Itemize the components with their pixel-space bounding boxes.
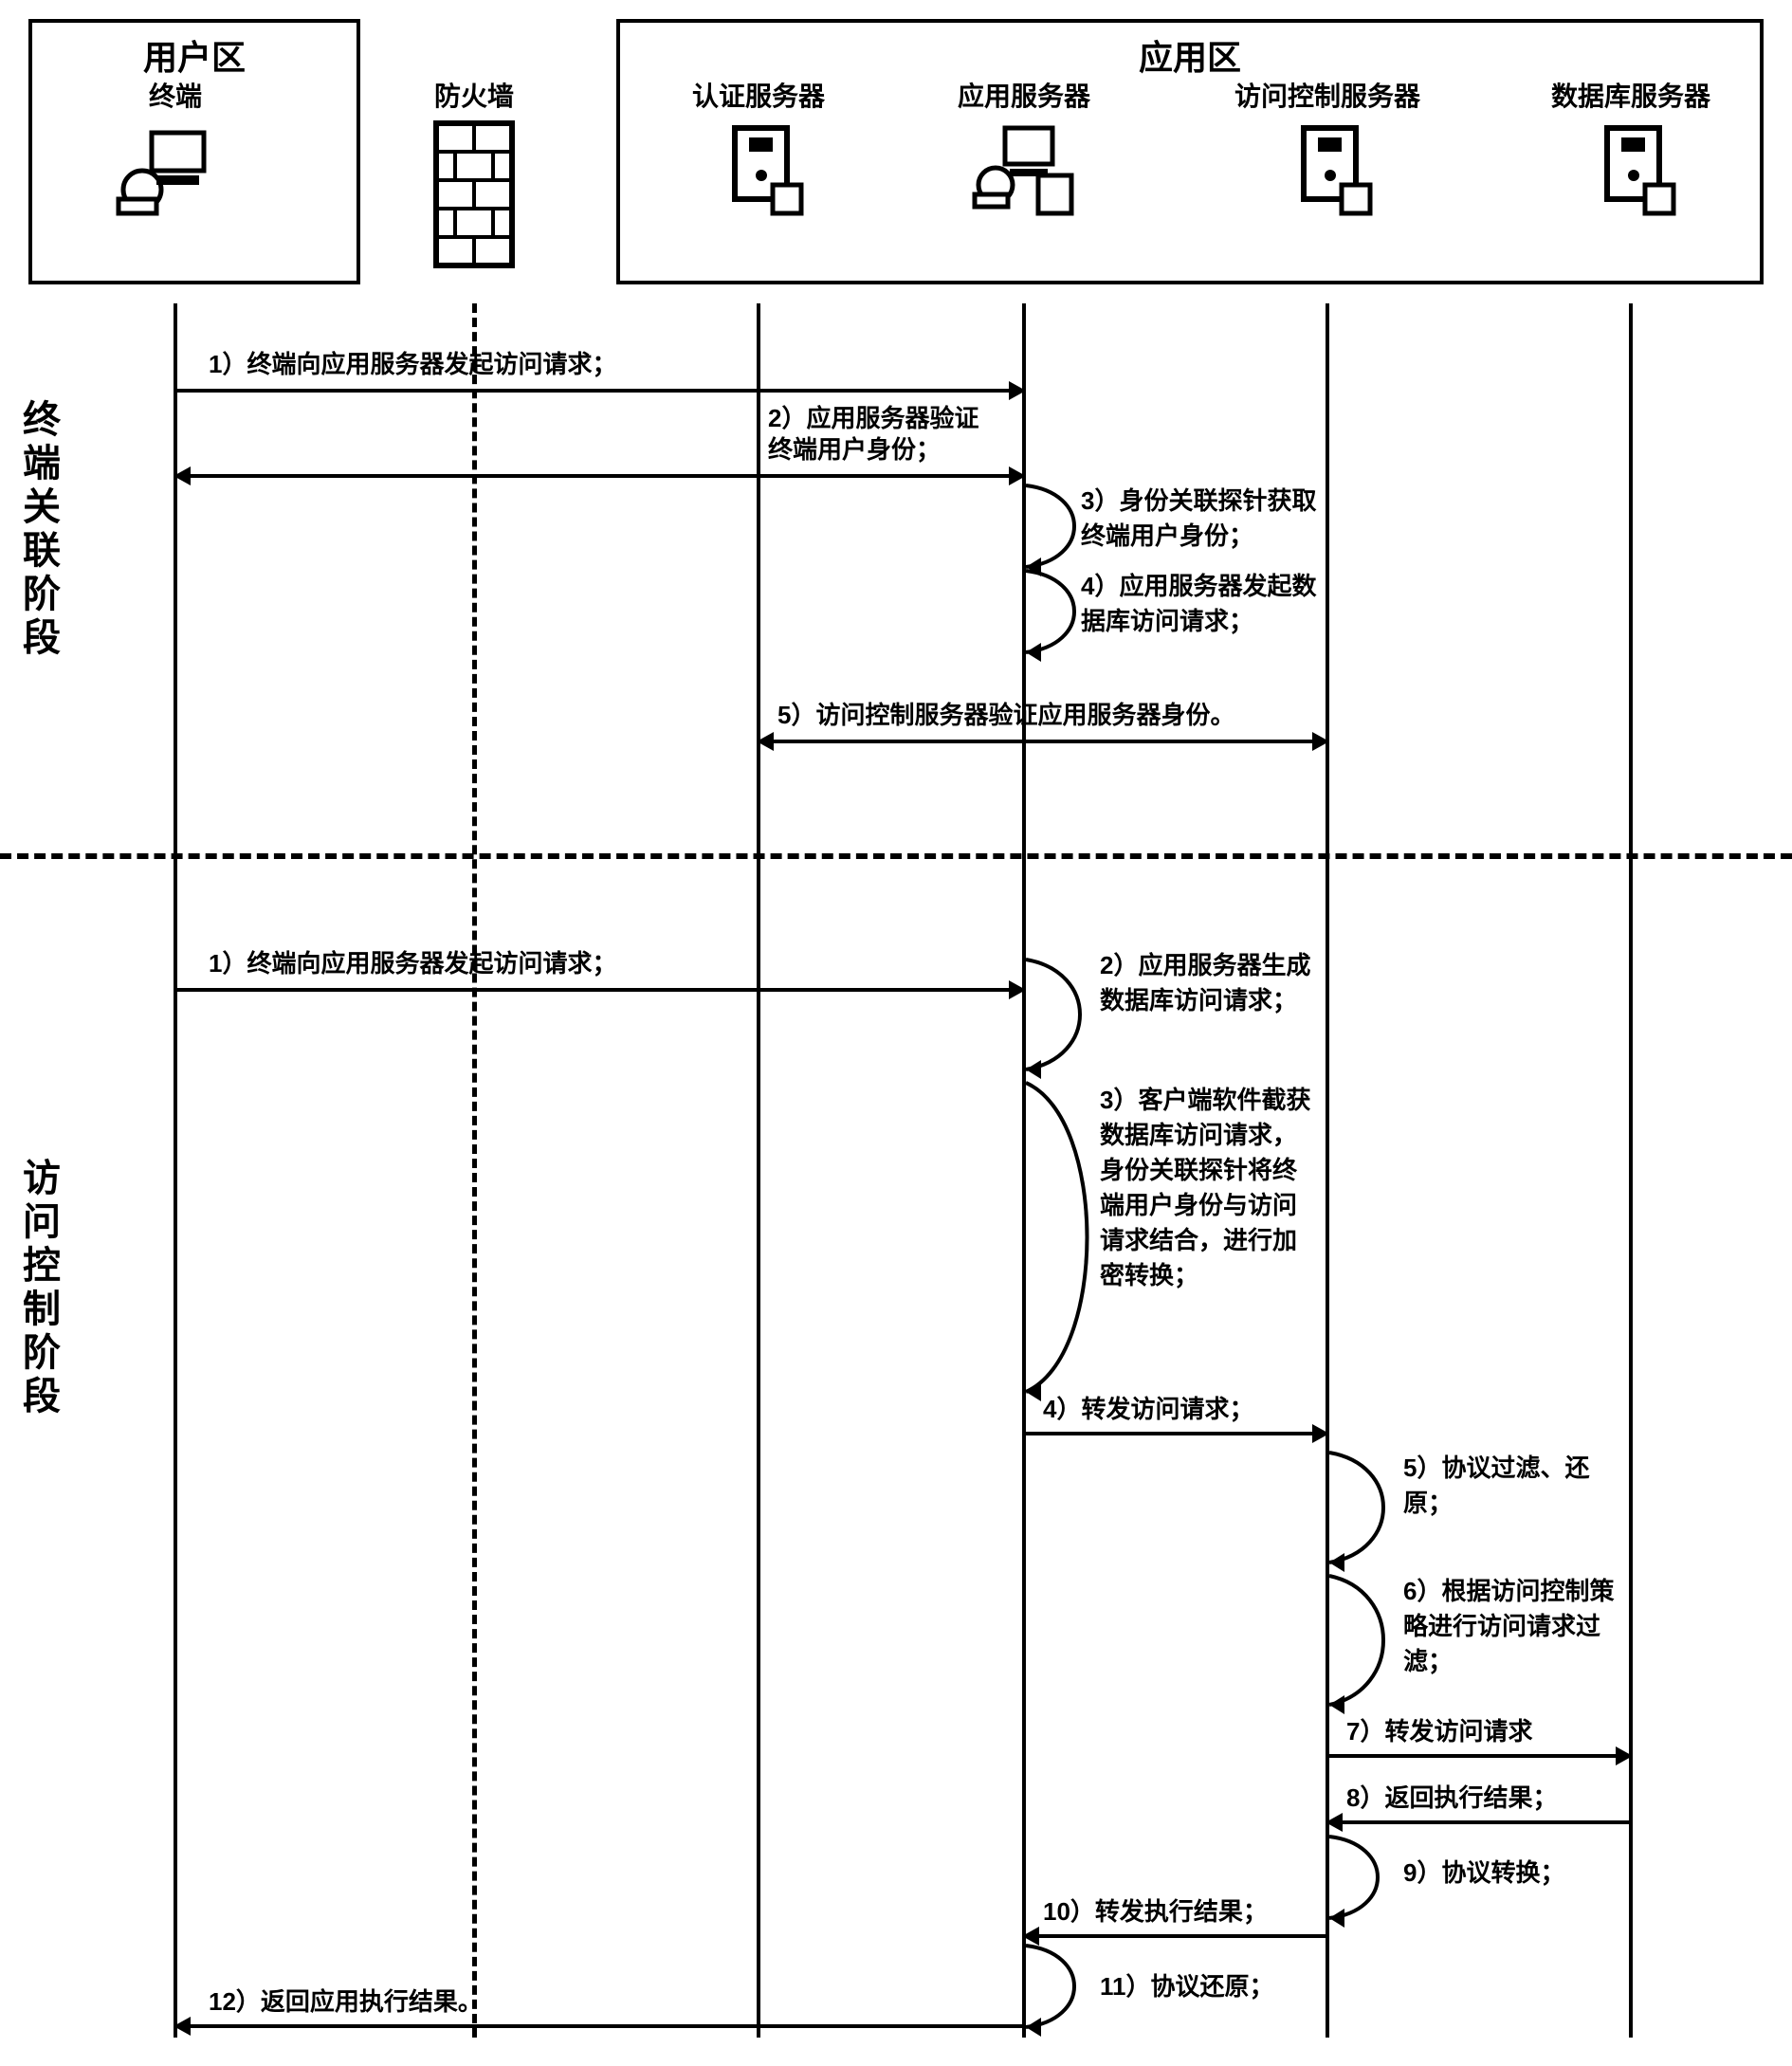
db-server-icon xyxy=(1574,123,1688,218)
firewall-lifeline xyxy=(472,303,477,2038)
p2-msg-2 xyxy=(1024,958,1105,1071)
p2-msg-8-text: 8）返回执行结果； xyxy=(1346,1783,1557,1814)
phase-separator xyxy=(0,853,1792,859)
p2-msg-9 xyxy=(1327,1835,1403,1920)
db-server-lifeline xyxy=(1629,303,1633,2038)
p2-msg-11-text: 11）协议还原； xyxy=(1100,1967,1274,2002)
app-server-label: 应用服务器 xyxy=(929,76,1119,114)
app-zone-title: 应用区 xyxy=(620,23,1760,82)
terminal-icon xyxy=(114,123,228,218)
auth-server-lifeline xyxy=(757,303,760,2038)
db-server-label: 数据库服务器 xyxy=(1536,76,1726,114)
p1-msg-2-text: 2）应用服务器验证终端用户身份； xyxy=(768,403,996,465)
terminal-lifeline xyxy=(174,303,177,2038)
auth-server-label: 认证服务器 xyxy=(664,76,853,114)
p2-msg-3-text: 3）客户端软件截获数据库访问请求，身份关联探针将终端用户身份与访问请求结合，进行… xyxy=(1100,1081,1318,1291)
app-server-icon xyxy=(967,123,1081,218)
p2-msg-6 xyxy=(1327,1574,1408,1707)
access-ctrl-server-icon xyxy=(1271,123,1384,218)
p1-msg-5-text: 5）访问控制服务器验证应用服务器身份。 xyxy=(777,700,1234,731)
p2-msg-1-text: 1）终端向应用服务器发起访问请求； xyxy=(209,948,616,979)
p2-msg-5 xyxy=(1327,1451,1408,1564)
access-ctrl-server-label: 访问控制服务器 xyxy=(1233,76,1422,114)
firewall-icon xyxy=(417,114,531,275)
access-ctrl-server-lifeline xyxy=(1326,303,1329,2038)
user-zone-title: 用户区 xyxy=(32,23,357,82)
p2-msg-6-text: 6）根据访问控制策略进行访问请求过滤； xyxy=(1403,1572,1621,1677)
p2-msg-9-text: 9）协议转换； xyxy=(1403,1854,1564,1889)
phase2-label: 访问控制阶段 xyxy=(19,1157,64,1418)
p1-msg-3-text: 3）身份关联探针获取终端用户身份； xyxy=(1081,482,1327,552)
p2-msg-5-text: 5）协议过滤、还原； xyxy=(1403,1449,1621,1519)
p2-msg-7-text: 7）转发访问请求 xyxy=(1346,1716,1532,1747)
p2-msg-10-text: 10）转发执行结果； xyxy=(1043,1896,1268,1928)
firewall-label: 防火墙 xyxy=(379,76,569,114)
p2-msg-11 xyxy=(1024,1944,1100,2029)
p2-msg-4-text: 4）转发访问请求； xyxy=(1043,1394,1253,1425)
p2-msg-12-text: 12）返回应用执行结果。 xyxy=(209,1986,483,2018)
sequence-diagram: 用户区 应用区 终端 防火墙 认证服务器 应用服务器 访问控制服务器 数据库服务… xyxy=(0,0,1792,2066)
phase1-label: 终端关联阶段 xyxy=(19,398,64,660)
p1-msg-4-text: 4）应用服务器发起数据库访问请求； xyxy=(1081,567,1327,637)
auth-server-icon xyxy=(702,123,815,218)
p2-msg-2-text: 2）应用服务器生成数据库访问请求； xyxy=(1100,946,1318,1016)
p1-msg-1-text: 1）终端向应用服务器发起访问请求； xyxy=(209,349,616,380)
terminal-label: 终端 xyxy=(81,76,270,114)
